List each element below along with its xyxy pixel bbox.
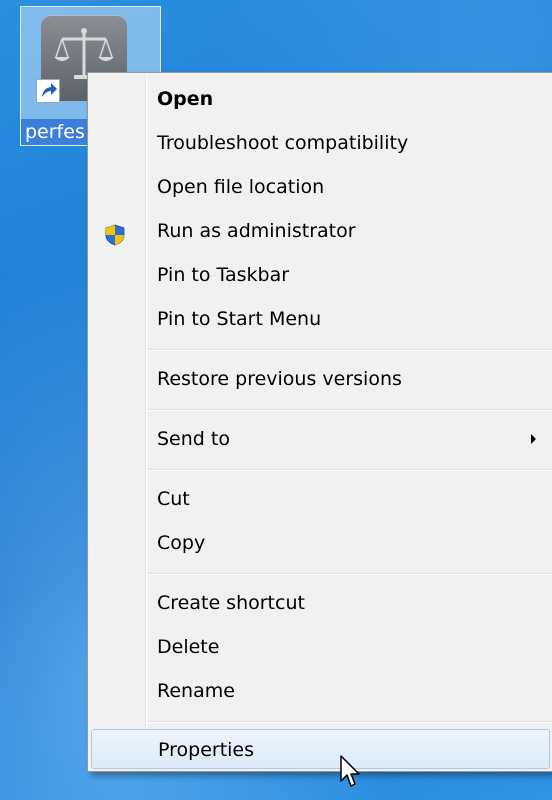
menu-item-label: Rename xyxy=(157,680,235,702)
menu-item-label: Pin to Start Menu xyxy=(157,308,322,330)
context-menu: Open Troubleshoot compatibility Open fil… xyxy=(87,72,552,772)
menu-item-label: Pin to Taskbar xyxy=(157,264,290,286)
menu-item-open[interactable]: Open xyxy=(91,79,550,119)
desktop-icon-label: perfes xyxy=(21,119,89,145)
menu-separator xyxy=(148,349,550,351)
menu-item-label: Open xyxy=(157,88,214,110)
menu-item-label: Run as administrator xyxy=(157,220,356,242)
submenu-arrow-icon xyxy=(531,434,536,444)
menu-item-cut[interactable]: Cut xyxy=(91,479,550,519)
menu-separator xyxy=(148,721,550,723)
menu-item-pin-to-start-menu[interactable]: Pin to Start Menu xyxy=(91,299,550,339)
menu-item-properties[interactable]: Properties xyxy=(91,729,550,769)
menu-item-label: Open file location xyxy=(157,176,325,198)
menu-item-send-to[interactable]: Send to xyxy=(91,419,550,459)
menu-item-copy[interactable]: Copy xyxy=(91,523,550,563)
menu-item-open-file-location[interactable]: Open file location xyxy=(91,167,550,207)
menu-item-troubleshoot-compatibility[interactable]: Troubleshoot compatibility xyxy=(91,123,550,163)
menu-item-label: Properties xyxy=(158,739,255,761)
menu-item-delete[interactable]: Delete xyxy=(91,627,550,667)
menu-item-label: Delete xyxy=(157,636,220,658)
mouse-pointer-icon xyxy=(340,755,362,793)
menu-separator xyxy=(148,409,550,411)
menu-item-pin-to-taskbar[interactable]: Pin to Taskbar xyxy=(91,255,550,295)
menu-item-label: Send to xyxy=(157,428,230,450)
uac-shield-icon xyxy=(105,220,125,260)
menu-item-label: Restore previous versions xyxy=(157,368,402,390)
menu-item-label: Troubleshoot compatibility xyxy=(157,132,409,154)
menu-item-rename[interactable]: Rename xyxy=(91,671,550,711)
menu-item-run-as-administrator[interactable]: Run as administrator xyxy=(91,211,550,251)
shortcut-arrow-icon xyxy=(36,79,60,103)
menu-separator xyxy=(148,573,550,575)
menu-item-label: Create shortcut xyxy=(157,592,305,614)
menu-item-label: Cut xyxy=(157,488,190,510)
menu-item-create-shortcut[interactable]: Create shortcut xyxy=(91,583,550,623)
menu-item-restore-previous-versions[interactable]: Restore previous versions xyxy=(91,359,550,399)
menu-item-label: Copy xyxy=(157,532,206,554)
menu-separator xyxy=(148,469,550,471)
